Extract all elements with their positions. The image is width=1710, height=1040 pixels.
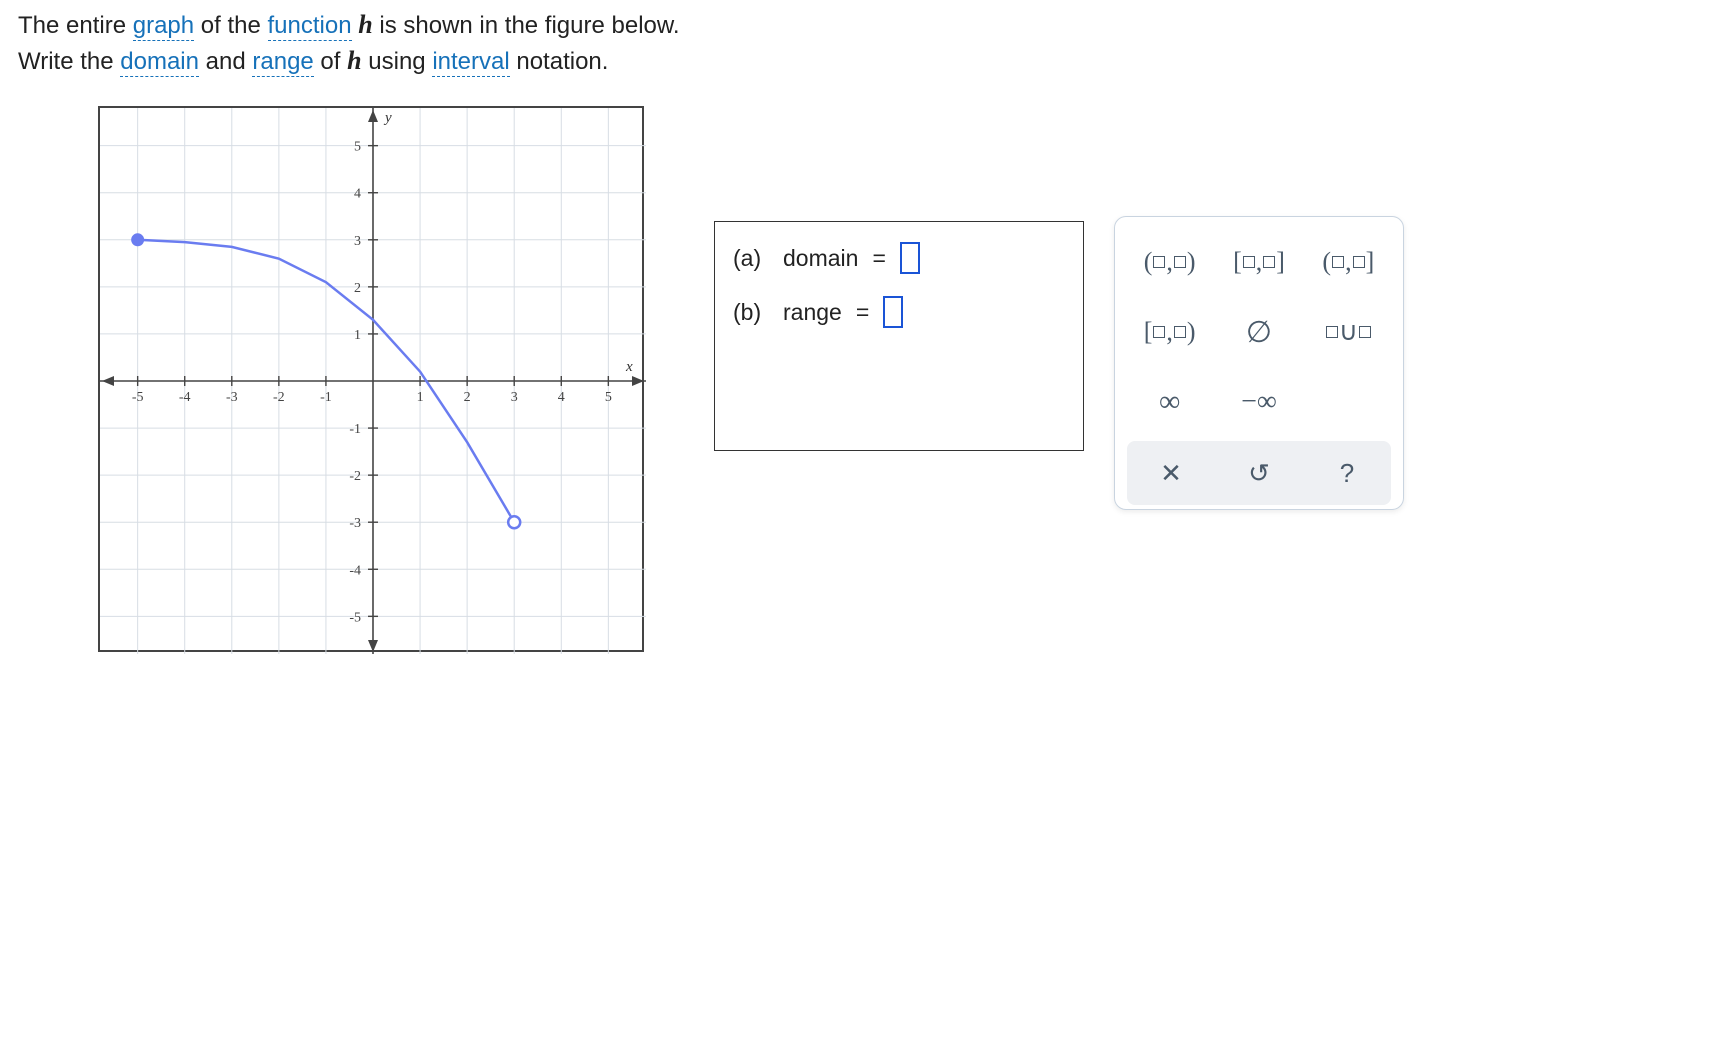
clear-button[interactable]: ✕ (1127, 441, 1215, 505)
svg-text:-3: -3 (349, 516, 361, 531)
svg-text:-4: -4 (179, 390, 191, 405)
svg-text:y: y (383, 110, 392, 126)
reset-button[interactable]: ↺ (1215, 441, 1303, 505)
part-a: (a) (733, 245, 769, 272)
svg-text:3: 3 (354, 234, 361, 249)
empty-set-button[interactable]: ∅ (1216, 299, 1301, 365)
link-function[interactable]: function (268, 12, 352, 41)
range-input[interactable] (883, 296, 903, 328)
svg-text:-1: -1 (349, 422, 361, 437)
svg-text:3: 3 (511, 390, 518, 405)
svg-text:-1: -1 (320, 390, 332, 405)
svg-text:4: 4 (354, 187, 361, 202)
answer-range-row: (b) range = (733, 296, 1065, 328)
svg-text:-5: -5 (132, 390, 144, 405)
neg-infinity-button[interactable]: −∞ (1216, 369, 1301, 435)
help-button[interactable]: ? (1303, 441, 1391, 505)
svg-text:2: 2 (464, 390, 471, 405)
part-b: (b) (733, 299, 769, 326)
svg-text:5: 5 (605, 390, 612, 405)
equals: = (872, 245, 885, 272)
domain-label: domain (783, 245, 858, 272)
answer-domain-row: (a) domain = (733, 242, 1065, 274)
link-graph[interactable]: graph (133, 12, 194, 41)
interval-open-open-button[interactable]: (,) (1127, 229, 1212, 295)
function-name-2: h (347, 46, 361, 75)
link-range[interactable]: range (252, 48, 313, 77)
equals: = (856, 299, 869, 326)
svg-text:-2: -2 (273, 390, 285, 405)
svg-text:1: 1 (354, 328, 361, 343)
svg-text:-5: -5 (349, 610, 361, 625)
spacer (1306, 369, 1391, 435)
range-label: range (783, 299, 842, 326)
text: notation. (510, 48, 609, 75)
text: is shown in the figure below. (373, 12, 680, 39)
svg-text:-3: -3 (226, 390, 238, 405)
svg-text:1: 1 (417, 390, 424, 405)
union-button[interactable]: ∪ (1306, 299, 1391, 365)
interval-open-closed-button[interactable]: (,] (1306, 229, 1391, 295)
text: of the (194, 12, 267, 39)
text: and (199, 48, 252, 75)
prompt-line-2: Write the domain and range of h using in… (18, 46, 1692, 76)
svg-text:-4: -4 (349, 563, 361, 578)
text: of (314, 48, 347, 75)
svg-text:x: x (625, 359, 633, 375)
infinity-button[interactable]: ∞ (1127, 369, 1212, 435)
text: Write the (18, 48, 120, 75)
graph: -5-4-3-2-112345-5-4-3-2-112345xy (98, 106, 644, 652)
interval-closed-closed-button[interactable]: [,] (1216, 229, 1301, 295)
link-interval[interactable]: interval (432, 48, 509, 77)
svg-text:5: 5 (354, 140, 361, 155)
svg-text:-2: -2 (349, 469, 361, 484)
answers-panel: (a) domain = (b) range = (714, 221, 1084, 451)
link-domain[interactable]: domain (120, 48, 199, 77)
prompt-line-1: The entire graph of the function h is sh… (18, 10, 1692, 40)
domain-input[interactable] (900, 242, 920, 274)
text: using (362, 48, 433, 75)
symbol-palette: (,) [,] (,] [,) ∅ ∪ ∞ −∞ ✕ ↺ ? (1114, 216, 1404, 510)
svg-text:2: 2 (354, 281, 361, 296)
svg-text:4: 4 (558, 390, 565, 405)
function-name: h (358, 10, 372, 39)
interval-closed-open-button[interactable]: [,) (1127, 299, 1212, 365)
text: The entire (18, 12, 133, 39)
